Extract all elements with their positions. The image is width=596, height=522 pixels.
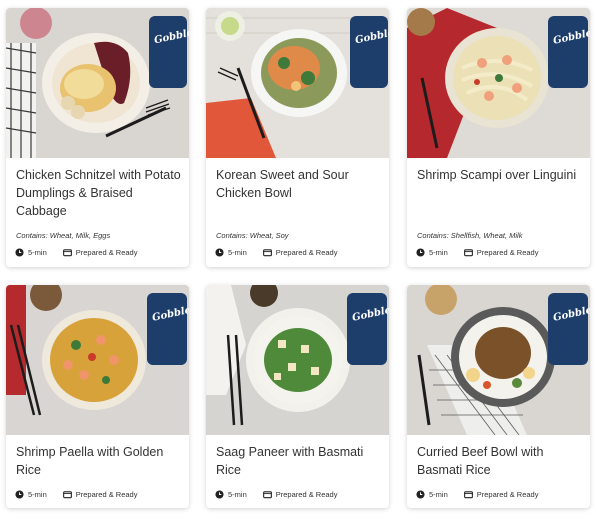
prep-time: 5-min	[429, 248, 448, 257]
meal-kit-box-icon	[62, 491, 72, 499]
meal-meta: 5-min Prepared & Ready	[416, 248, 538, 257]
shrimp-scampi-photo[interactable]: Gobble	[407, 8, 590, 158]
meal-title[interactable]: Curried Beef Bowl with Basmati Rice	[417, 443, 582, 479]
meal-style: Prepared & Ready	[476, 490, 539, 499]
meal-title[interactable]: Shrimp Scampi over Linguini	[417, 166, 582, 184]
meal-title[interactable]: Saag Paneer with Basmati Rice	[216, 443, 381, 479]
allergen-info: Contains: Wheat, Milk, Eggs	[16, 231, 111, 240]
meal-title[interactable]: Korean Sweet and Sour Chicken Bowl	[216, 166, 381, 202]
meal-card[interactable]: Gobble Curried Beef Bowl with Basmati Ri…	[407, 285, 590, 508]
clock-icon	[15, 490, 24, 499]
saag-paneer-photo[interactable]: Gobble	[206, 285, 389, 435]
meal-kit-box-icon	[463, 249, 473, 257]
prep-time: 5-min	[228, 490, 247, 499]
meal-card[interactable]: Gobble Saag Paneer with Basmati Rice 5-m…	[206, 285, 389, 508]
meal-title[interactable]: Shrimp Paella with Golden Rice	[16, 443, 181, 479]
clock-icon	[416, 490, 425, 499]
meal-kit-box-icon	[262, 249, 272, 257]
meal-kit-box-icon	[463, 491, 473, 499]
allergen-info: Contains: Shellfish, Wheat, Milk	[417, 231, 523, 240]
clock-icon	[416, 248, 425, 257]
clock-icon	[15, 248, 24, 257]
meal-meta: 5-min Prepared & Ready	[215, 248, 337, 257]
meal-style: Prepared & Ready	[275, 248, 338, 257]
shrimp-paella-photo[interactable]: Gobble	[6, 285, 189, 435]
prep-time: 5-min	[28, 490, 47, 499]
prep-time: 5-min	[228, 248, 247, 257]
meal-card[interactable]: Gobble Korean Sweet and Sour Chicken Bow…	[206, 8, 389, 267]
allergen-info: Contains: Wheat, Soy	[216, 231, 289, 240]
meal-kit-box-icon	[62, 249, 72, 257]
meal-meta: 5-min Prepared & Ready	[15, 248, 137, 257]
meal-title[interactable]: Chicken Schnitzel with Potato Dumplings …	[16, 166, 181, 220]
meal-card[interactable]: Gobble Shrimp Scampi over Linguini Conta…	[407, 8, 590, 267]
curried-beef-photo[interactable]: Gobble	[407, 285, 590, 435]
meal-style: Prepared & Ready	[75, 490, 138, 499]
meal-card[interactable]: Gobble Shrimp Paella with Golden Rice 5-…	[6, 285, 189, 508]
meal-card[interactable]: Gobble Chicken Schnitzel with Potato Dum…	[6, 8, 189, 267]
meal-style: Prepared & Ready	[275, 490, 338, 499]
prep-time: 5-min	[429, 490, 448, 499]
meal-meta: 5-min Prepared & Ready	[215, 490, 337, 499]
meal-kit-box-icon	[262, 491, 272, 499]
meal-style: Prepared & Ready	[476, 248, 539, 257]
clock-icon	[215, 490, 224, 499]
meal-meta: 5-min Prepared & Ready	[416, 490, 538, 499]
chicken-schnitzel-photo[interactable]: Gobble	[6, 8, 189, 158]
clock-icon	[215, 248, 224, 257]
meal-meta: 5-min Prepared & Ready	[15, 490, 137, 499]
prep-time: 5-min	[28, 248, 47, 257]
korean-chicken-bowl-photo[interactable]: Gobble	[206, 8, 389, 158]
meal-style: Prepared & Ready	[75, 248, 138, 257]
